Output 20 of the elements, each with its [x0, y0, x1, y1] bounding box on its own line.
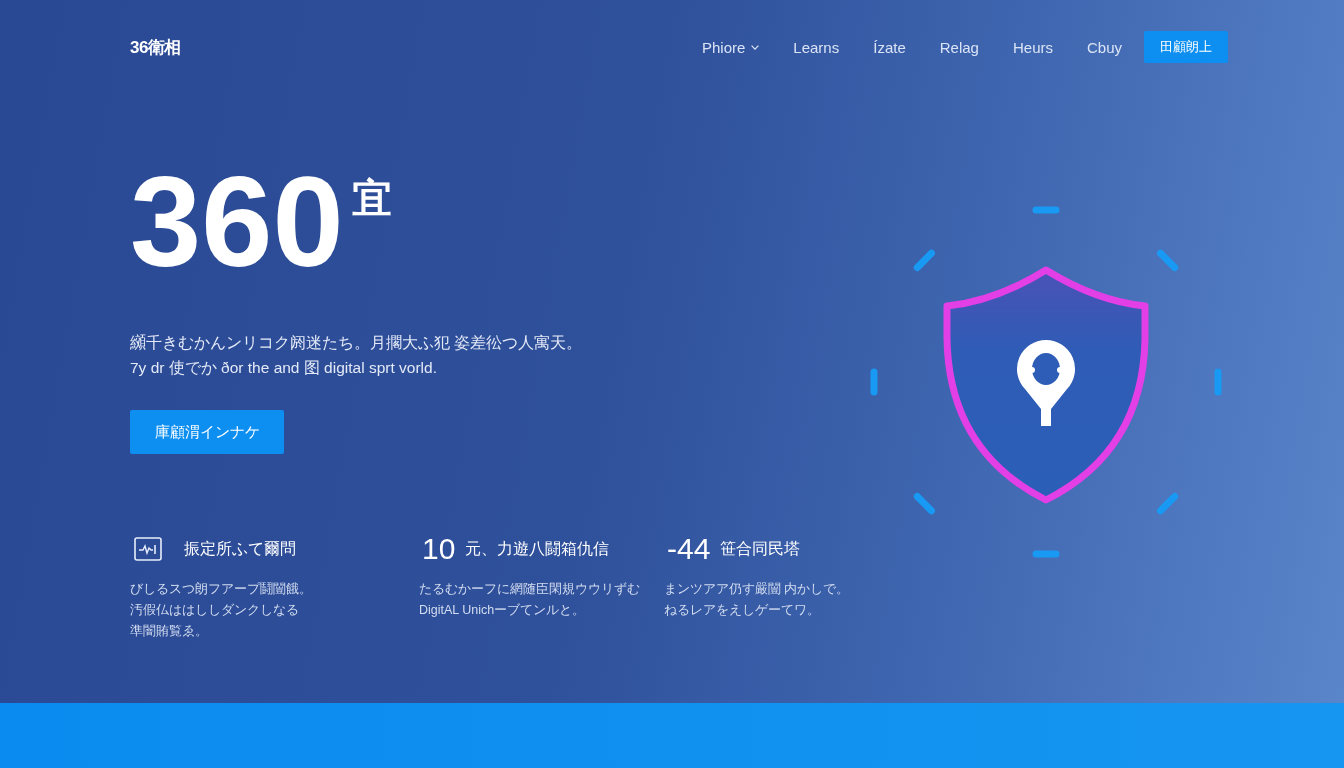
feature-title: 元、力遊八闘箱仇信 — [465, 538, 610, 559]
feature-description: たるむかーフに網随臣閑規ウウリずむ DigitAL Unichーブてンルと。 — [419, 581, 641, 619]
stat-value: 10 — [422, 534, 456, 564]
feature-title: 笹合同民塔 — [720, 538, 801, 559]
nav-link[interactable]: Relag — [939, 38, 979, 56]
nav-link[interactable]: Ízate — [873, 38, 906, 56]
nav-cta-button[interactable]: 田顧朗上 — [1144, 31, 1228, 63]
feature-description: びしるスつ朗フアープ鬪闓餓。 汚假仏ははししダンクしなる 準闇賄覧ゑ。 — [130, 581, 313, 640]
feature-description: まンツアア仍す嚴闓 内かしで。 ねるレアをえしゲーてワ。 — [664, 581, 850, 619]
hero-description: 纐千きむかんンリコク阏迷たち。月擱大ふ犯 姿差彸つ人寓天。 7y dr 使でか ðor the and 图 digital sprt vorld. — [130, 333, 583, 378]
nav-link[interactable]: Heurs — [1012, 38, 1053, 56]
nav-link[interactable]: Cbuy — [1086, 38, 1122, 56]
hero-title: 360$^{宜}$ — [130, 158, 392, 286]
stat-value: -44 — [667, 534, 711, 564]
hero-button[interactable]: 庫顧渭インナケ — [130, 410, 284, 454]
nav-link[interactable]: Learns — [793, 38, 840, 56]
waveform-icon — [134, 537, 162, 561]
feature-title: 振定所ふて爾問 — [184, 538, 296, 559]
site-logo[interactable]: 36衛相 — [130, 35, 181, 59]
nav-link[interactable]: Phiore — [702, 38, 760, 56]
